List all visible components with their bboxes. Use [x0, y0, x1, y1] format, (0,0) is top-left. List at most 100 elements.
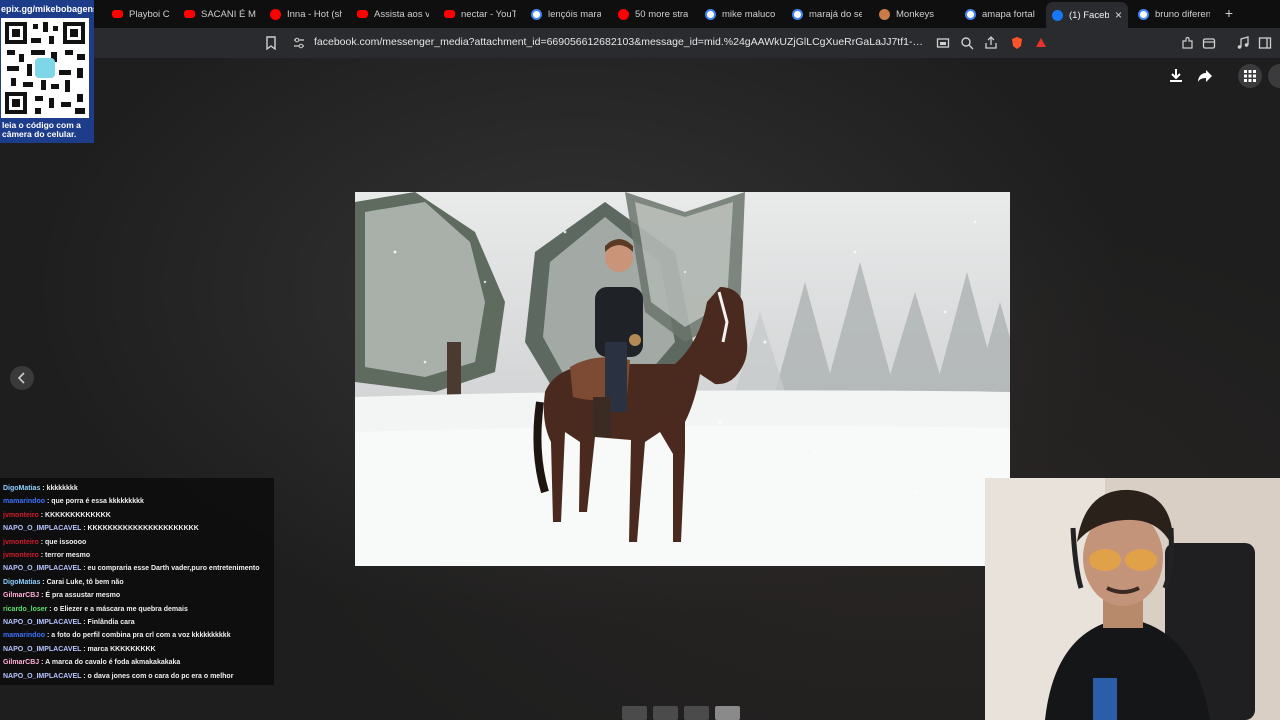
download-icon[interactable]: [1166, 66, 1186, 86]
chat-message: NAPO_O_IMPLACAVEL : KKKKKKKKKKKKKKKKKKKK…: [3, 522, 274, 535]
chat-text: KKKKKKKKKKKKK: [45, 511, 111, 519]
thumbnail[interactable]: [622, 706, 647, 720]
chat-username: DigoMatias: [3, 578, 41, 586]
chat-message: GilmarCBJ : É pra assustar mesmo: [3, 589, 274, 602]
tab-0[interactable]: Playboi C: [112, 4, 172, 24]
attachment-photo: [355, 192, 1010, 566]
tab-4[interactable]: nectar - YouT: [444, 4, 516, 24]
youtube-icon: [184, 10, 195, 18]
stream-chat: DigoMatias : kkkkkkkk mamarindoo : que po…: [0, 478, 274, 685]
chat-message: jvmonteiro : que issoooo: [3, 536, 274, 549]
chat-text: É pra assustar mesmo: [45, 592, 121, 600]
tab-3[interactable]: Assista aos ví: [357, 4, 429, 24]
chat-message: GilmarCBJ : A marca do cavalo é foda akm…: [3, 656, 274, 669]
close-tab-icon[interactable]: ×: [1115, 8, 1122, 22]
new-tab-button[interactable]: +: [1222, 6, 1236, 20]
chat-username: NAPO_O_IMPLACAVEL: [3, 565, 82, 573]
tab-label: Playboi C: [129, 8, 170, 20]
tab-11-active[interactable]: (1) Faceb ×: [1046, 2, 1128, 28]
tab-label: Inna - Hot (sh: [287, 8, 342, 20]
brave-rewards-icon[interactable]: [1034, 36, 1048, 50]
chat-text: terror mesmo: [45, 552, 91, 560]
chat-username: mamarindoo: [3, 632, 46, 640]
chat-text: que issoooo: [45, 538, 87, 546]
chat-message: mamarindoo : a foto do perfil combina pr…: [3, 629, 274, 642]
extensions-icon[interactable]: [1180, 36, 1194, 50]
cast-icon[interactable]: [936, 36, 950, 50]
chat-username: DigoMatias: [3, 485, 41, 492]
tab-label: marajá do se: [809, 8, 862, 20]
tab-6[interactable]: 50 more strac: [618, 4, 688, 24]
tab-2[interactable]: Inna - Hot (sh: [270, 4, 342, 24]
chevron-left-icon: [17, 372, 25, 384]
thumbnail-strip: [622, 706, 740, 720]
chat-text: eu compraria esse Darth vader,puro entre…: [87, 565, 260, 573]
chat-username: NAPO_O_IMPLACAVEL: [3, 525, 82, 533]
tab-strip: Playboi C SACANI É ME Inna - Hot (sh Ass…: [0, 0, 1280, 28]
youtube-icon: [618, 8, 629, 20]
chat-text: que porra é essa kkkkkkkkk: [51, 498, 144, 506]
tab-label: mike maluco: [722, 8, 775, 20]
chat-username: NAPO_O_IMPLACAVEL: [3, 619, 82, 627]
thumbnail-active[interactable]: [715, 706, 740, 720]
thumbnail[interactable]: [684, 706, 709, 720]
chat-username: GilmarCBJ: [3, 659, 40, 667]
chat-text: Finlândia cara: [87, 619, 135, 627]
webcam-feed: [985, 478, 1280, 720]
grid-icon: [1244, 70, 1256, 82]
chat-text: marca KKKKKKKKK: [87, 645, 156, 653]
brave-shield-icon[interactable]: [1010, 36, 1024, 50]
chat-message: DigoMatias : kkkkkkkk: [3, 482, 274, 495]
tab-7[interactable]: mike maluco: [705, 4, 775, 24]
chat-username: NAPO_O_IMPLACAVEL: [3, 672, 82, 680]
zoom-icon[interactable]: [960, 36, 974, 50]
media-control-icon[interactable]: [1236, 36, 1250, 50]
chat-username: jvmonteiro: [3, 511, 39, 519]
tab-1[interactable]: SACANI É ME: [184, 4, 256, 24]
youtube-icon: [112, 10, 123, 18]
chat-message: jvmonteiro : terror mesmo: [3, 549, 274, 562]
tab-label: amapa fortal: [982, 8, 1035, 20]
google-icon: [531, 8, 542, 20]
chat-text: KKKKKKKKKKKKKKKKKKKKKK: [87, 525, 199, 533]
qr-code-overlay: epix.gg/mikebobagens leia o código com a…: [0, 0, 94, 143]
tab-10[interactable]: amapa fortal: [965, 4, 1035, 24]
monkey-icon: [879, 8, 890, 20]
url-field[interactable]: facebook.com/messenger_media?attachment_…: [314, 36, 926, 48]
share-icon[interactable]: [984, 36, 998, 50]
wallet-icon[interactable]: [1202, 36, 1216, 50]
chat-username: ricardo_loser: [3, 605, 48, 613]
bookmark-icon[interactable]: [264, 36, 278, 50]
tab-label: lençóis maran: [548, 8, 601, 20]
snow-horse-rider-image: [355, 192, 1010, 566]
google-icon: [792, 8, 803, 20]
menu-grid-button[interactable]: [1238, 64, 1262, 88]
chat-text: o dava jones com o cara do pc era o melh…: [87, 672, 234, 680]
tab-label: Monkeys: [896, 8, 935, 20]
chat-message: NAPO_O_IMPLACAVEL : Finlândia cara: [3, 616, 274, 629]
tab-label: Assista aos ví: [374, 8, 429, 20]
chat-text: o Eliezer e a máscara me quebra demais: [53, 605, 188, 613]
sidebar-icon[interactable]: [1258, 36, 1272, 50]
tab-label: bruno diferen: [1155, 8, 1210, 20]
thumbnail[interactable]: [653, 706, 678, 720]
youtube-icon: [270, 8, 281, 20]
qr-code-image: [1, 18, 89, 118]
chat-text: a foto do perfil combina pra crl com a v…: [51, 632, 231, 640]
forward-icon[interactable]: [1195, 66, 1215, 86]
site-settings-icon[interactable]: [292, 36, 306, 50]
tab-12[interactable]: bruno diferen: [1138, 4, 1210, 24]
qr-caption: leia o código com a câmera do celular.: [2, 120, 81, 139]
tab-5[interactable]: lençóis maran: [531, 4, 601, 24]
chat-message: ricardo_loser : o Eliezer e a máscara me…: [3, 603, 274, 616]
chat-username: NAPO_O_IMPLACAVEL: [3, 645, 82, 653]
chat-text: A marca do cavalo é foda akmakakakaka: [45, 659, 181, 667]
tab-label: SACANI É ME: [201, 8, 256, 20]
chat-message: NAPO_O_IMPLACAVEL : o dava jones com o c…: [3, 670, 274, 683]
tab-9[interactable]: Monkeys: [879, 4, 947, 24]
chat-message: mamarindoo : que porra é essa kkkkkkkkk: [3, 495, 274, 508]
tab-label: nectar - YouT: [461, 8, 516, 20]
chat-message: NAPO_O_IMPLACAVEL : marca KKKKKKKKK: [3, 643, 274, 656]
tab-8[interactable]: marajá do se: [792, 4, 862, 24]
previous-button[interactable]: [10, 366, 34, 390]
